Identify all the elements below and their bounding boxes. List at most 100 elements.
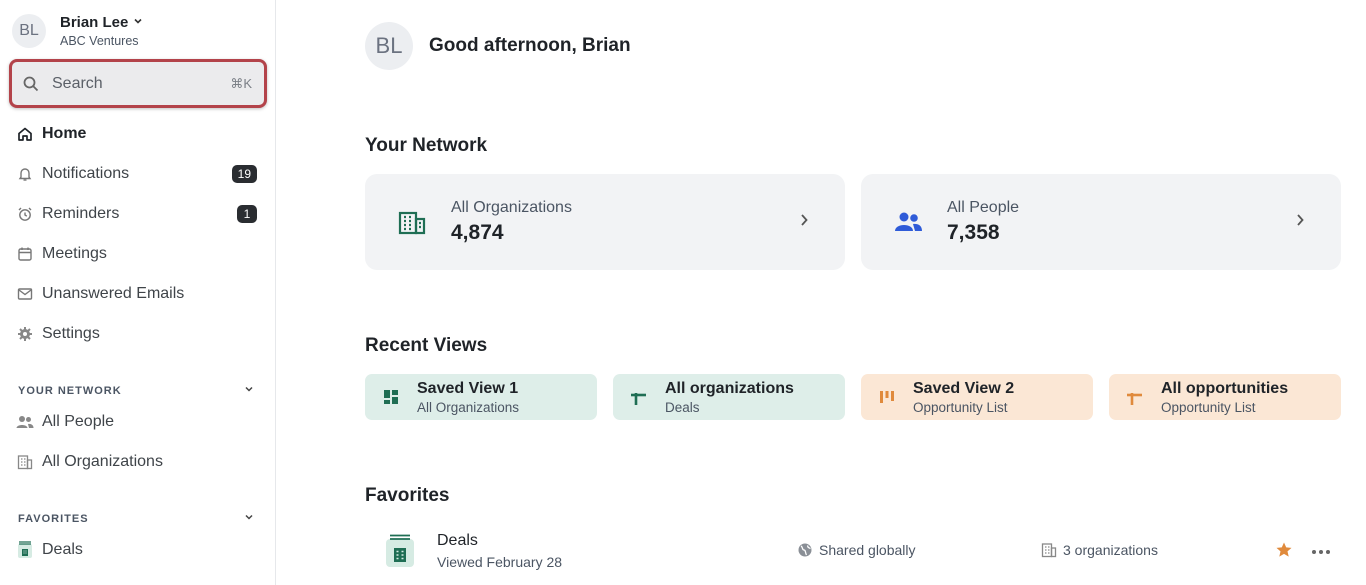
- recent-view-card[interactable]: Saved View 2 Opportunity List: [861, 374, 1093, 420]
- section-heading: YOUR NETWORK: [18, 384, 122, 397]
- app-root: BL Brian Lee ABC Ventures Search ⌘K Home…: [0, 0, 1366, 585]
- recent-view-card[interactable]: All organizations Deals: [613, 374, 845, 420]
- alarm-clock-icon: [16, 205, 34, 223]
- search-shortcut: ⌘K: [230, 75, 252, 91]
- sidebar-item-deals[interactable]: Deals: [0, 530, 275, 570]
- your-network-section-header[interactable]: YOUR NETWORK: [18, 384, 254, 397]
- mail-icon: [16, 285, 34, 303]
- sidebar-item-settings[interactable]: Settings: [0, 314, 275, 354]
- recent-view-card[interactable]: Saved View 1 All Organizations: [365, 374, 597, 420]
- account-name-row: Brian Lee: [60, 14, 143, 31]
- sidebar-item-all-organizations[interactable]: All Organizations: [0, 442, 275, 482]
- gear-icon: [16, 325, 34, 343]
- sidebar-nav: Home Notifications 19 Reminders 1 Meetin…: [0, 114, 275, 354]
- recent-view-text: Saved View 1 All Organizations: [417, 380, 519, 415]
- recent-view-text: All organizations Deals: [665, 380, 794, 415]
- dashboard-grid-icon: [384, 390, 398, 404]
- reminders-count-badge: 1: [237, 205, 257, 223]
- card-label: All Organizations: [451, 199, 572, 216]
- bell-icon: [16, 165, 34, 183]
- sidebar-item-label: Meetings: [42, 245, 107, 262]
- favorite-orgs-text: 3 organizations: [1063, 542, 1158, 558]
- favorite-org-count: 3 organizations: [1041, 542, 1158, 558]
- chevron-down-icon: [244, 512, 254, 525]
- kanban-icon: [880, 391, 894, 403]
- search-placeholder: Search: [52, 74, 103, 92]
- account-avatar: BL: [12, 14, 46, 48]
- card-count: 4,874: [451, 221, 504, 244]
- recent-view-subtitle: Opportunity List: [1161, 399, 1256, 415]
- favorite-title: Deals: [437, 532, 478, 549]
- deals-list-icon: [16, 541, 34, 559]
- recent-view-subtitle: Opportunity List: [913, 399, 1008, 415]
- chevron-right-icon: [799, 212, 809, 233]
- greeting: Good afternoon, Brian: [429, 35, 631, 56]
- recent-view-text: All opportunities Opportunity List: [1161, 380, 1288, 415]
- search-input[interactable]: Search ⌘K: [9, 59, 267, 108]
- recent-view-card[interactable]: All opportunities Opportunity List: [1109, 374, 1341, 420]
- deals-list-icon: [386, 534, 414, 567]
- all-organizations-card[interactable]: All Organizations 4,874: [365, 174, 845, 270]
- sidebar-item-reminders[interactable]: Reminders 1: [0, 194, 275, 234]
- account-org: ABC Ventures: [60, 34, 139, 48]
- account-text: Brian Lee ABC Ventures: [60, 14, 143, 48]
- sidebar-item-label: Unanswered Emails: [42, 285, 185, 302]
- favorites-section-header[interactable]: FAVORITES: [18, 512, 254, 525]
- column-split-icon: [1127, 393, 1142, 405]
- recent-view-title: Saved View 2: [913, 379, 1015, 397]
- sidebar-item-unanswered-emails[interactable]: Unanswered Emails: [0, 274, 275, 314]
- column-split-icon: [631, 393, 646, 405]
- calendar-icon: [16, 245, 34, 263]
- recent-view-title: All opportunities: [1161, 379, 1289, 397]
- section-heading: FAVORITES: [18, 512, 89, 525]
- card-text: All People 7,358: [947, 199, 1295, 245]
- recent-view-subtitle: All Organizations: [417, 399, 520, 415]
- people-icon: [16, 413, 34, 431]
- recent-views-title: Recent Views: [365, 335, 488, 356]
- more-icon[interactable]: [1311, 539, 1331, 560]
- account-name: Brian Lee: [60, 14, 129, 31]
- notifications-count-badge: 19: [231, 165, 257, 183]
- favorite-sharing: Shared globally: [797, 542, 916, 558]
- recent-view-title: Saved View 1: [417, 379, 519, 397]
- sidebar-item-label: Deals: [42, 541, 83, 558]
- sidebar-item-all-people[interactable]: All People: [0, 402, 275, 442]
- sidebar-item-label: Notifications: [42, 165, 130, 182]
- chevron-right-icon: [1295, 212, 1305, 233]
- main-content: BL Good afternoon, Brian Your Network Al…: [276, 0, 1366, 585]
- all-people-card[interactable]: All People 7,358: [861, 174, 1341, 270]
- recent-view-title: All organizations: [665, 379, 794, 397]
- recent-view-subtitle: Deals: [665, 399, 700, 415]
- card-text: All Organizations 4,874: [451, 199, 799, 245]
- star-icon[interactable]: [1275, 541, 1293, 559]
- search-icon: [23, 76, 39, 91]
- building-icon: [398, 211, 426, 235]
- favorites-list: Deals: [0, 530, 275, 570]
- your-network-list: All People All Organizations: [0, 402, 275, 482]
- favorite-shared-text: Shared globally: [819, 542, 916, 558]
- favorites-title: Favorites: [365, 485, 450, 506]
- sidebar-item-label: Reminders: [42, 205, 120, 222]
- account-switcher[interactable]: BL Brian Lee ABC Ventures: [12, 14, 143, 48]
- people-icon: [895, 212, 922, 231]
- sidebar-item-meetings[interactable]: Meetings: [0, 234, 275, 274]
- sidebar-item-label: Settings: [42, 325, 100, 342]
- sidebar-item-home[interactable]: Home: [0, 114, 275, 154]
- sidebar: BL Brian Lee ABC Ventures Search ⌘K Home…: [0, 0, 276, 585]
- sidebar-item-notifications[interactable]: Notifications 19: [0, 154, 275, 194]
- card-count: 7,358: [947, 221, 1000, 244]
- sidebar-item-label: Home: [42, 125, 87, 142]
- chevron-down-icon: [133, 16, 143, 29]
- your-network-title: Your Network: [365, 135, 488, 156]
- globe-icon: [798, 543, 812, 557]
- building-icon: [1041, 543, 1057, 558]
- home-icon: [16, 125, 34, 143]
- user-avatar: BL: [365, 22, 413, 70]
- favorite-row[interactable]: Deals Viewed February 28 Shared globally…: [365, 522, 1345, 580]
- recent-view-text: Saved View 2 Opportunity List: [913, 380, 1014, 415]
- sidebar-item-label: All People: [42, 413, 115, 430]
- favorite-subtitle: Viewed February 28: [437, 554, 563, 570]
- building-icon: [16, 453, 34, 471]
- chevron-down-icon: [244, 384, 254, 397]
- sidebar-item-label: All Organizations: [42, 453, 163, 470]
